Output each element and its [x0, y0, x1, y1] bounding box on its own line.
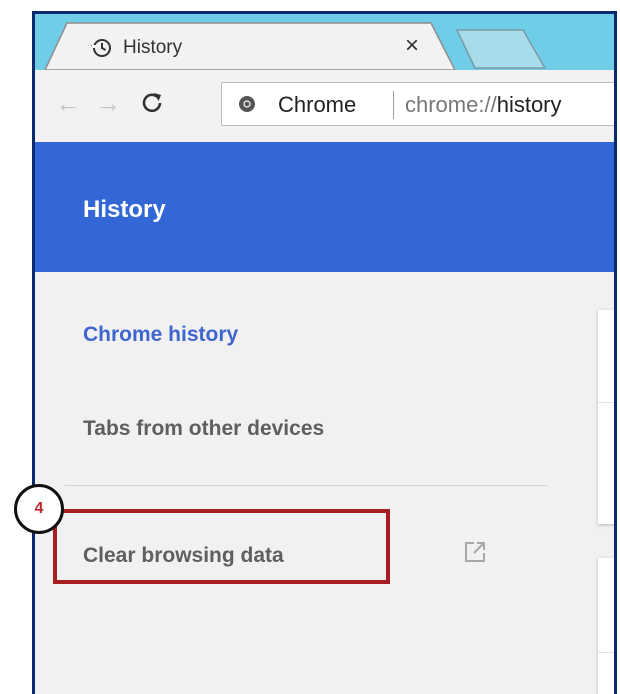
reload-button[interactable] [137, 88, 167, 118]
sidebar-item-tabs-from-other-devices[interactable]: Tabs from other devices [83, 416, 324, 442]
url-prefix: chrome:// [405, 92, 497, 117]
step-badge: 4 [14, 484, 64, 534]
site-label: Chrome [278, 92, 357, 117]
back-button[interactable]: ← [53, 88, 83, 118]
page-title: History [83, 196, 166, 223]
browser-window: History × ← → Chrome chrome://history Hi… [32, 11, 617, 694]
forward-button[interactable]: → [93, 88, 123, 118]
tab-strip: History × [35, 14, 614, 70]
reload-icon [142, 93, 162, 113]
history-icon [89, 36, 113, 60]
card-row-divider [598, 652, 614, 653]
browser-toolbar: ← → Chrome chrome://history [35, 70, 614, 142]
address-separator [393, 91, 394, 119]
history-sidebar: Chrome history Tabs from other devices C… [35, 272, 555, 694]
url-path: history [496, 92, 562, 117]
sidebar-item-chrome-history[interactable]: Chrome history [83, 322, 238, 348]
history-card [598, 310, 614, 524]
tab-title: History [123, 37, 183, 58]
tab-history[interactable]: History × [45, 22, 455, 70]
tab-close-icon[interactable]: × [405, 32, 419, 60]
chrome-icon [238, 95, 256, 113]
external-link-icon [462, 539, 488, 565]
history-card [598, 558, 614, 694]
new-tab-button[interactable] [453, 28, 549, 70]
address-bar[interactable]: Chrome chrome://history [221, 82, 614, 126]
sidebar-divider [65, 485, 547, 486]
history-header: History [35, 142, 614, 272]
url-text: chrome://history [405, 92, 562, 118]
highlight-box [53, 509, 390, 584]
card-row-divider [598, 402, 614, 403]
